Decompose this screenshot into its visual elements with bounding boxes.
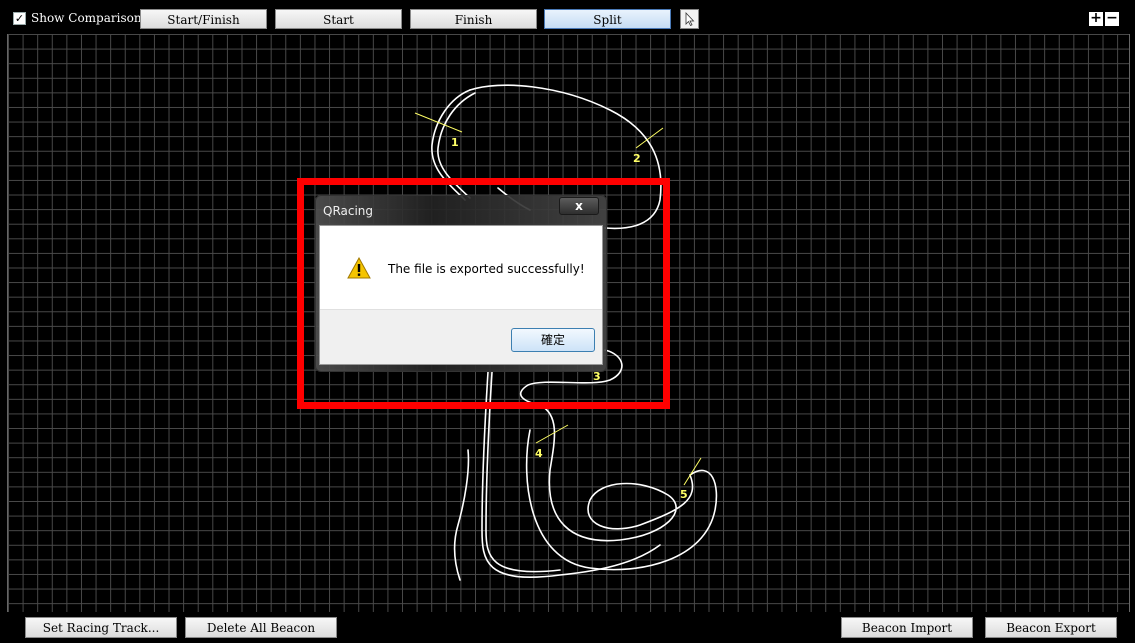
beacon-label-1: 1	[451, 136, 459, 149]
delete-all-beacon-button[interactable]: Delete All Beacon	[185, 617, 337, 638]
beacon-line-1	[414, 112, 463, 133]
red-highlight-box	[297, 178, 670, 409]
beacon-label-4: 4	[535, 447, 543, 460]
beacon-label-5: 5	[680, 488, 688, 501]
set-racing-track-button[interactable]: Set Racing Track...	[25, 617, 177, 638]
beacon-line-4	[535, 424, 569, 444]
track-line-spur	[453, 449, 470, 581]
beacon-export-button[interactable]: Beacon Export	[985, 617, 1117, 638]
beacon-import-button[interactable]: Beacon Import	[841, 617, 973, 638]
beacon-label-2: 2	[633, 152, 641, 165]
